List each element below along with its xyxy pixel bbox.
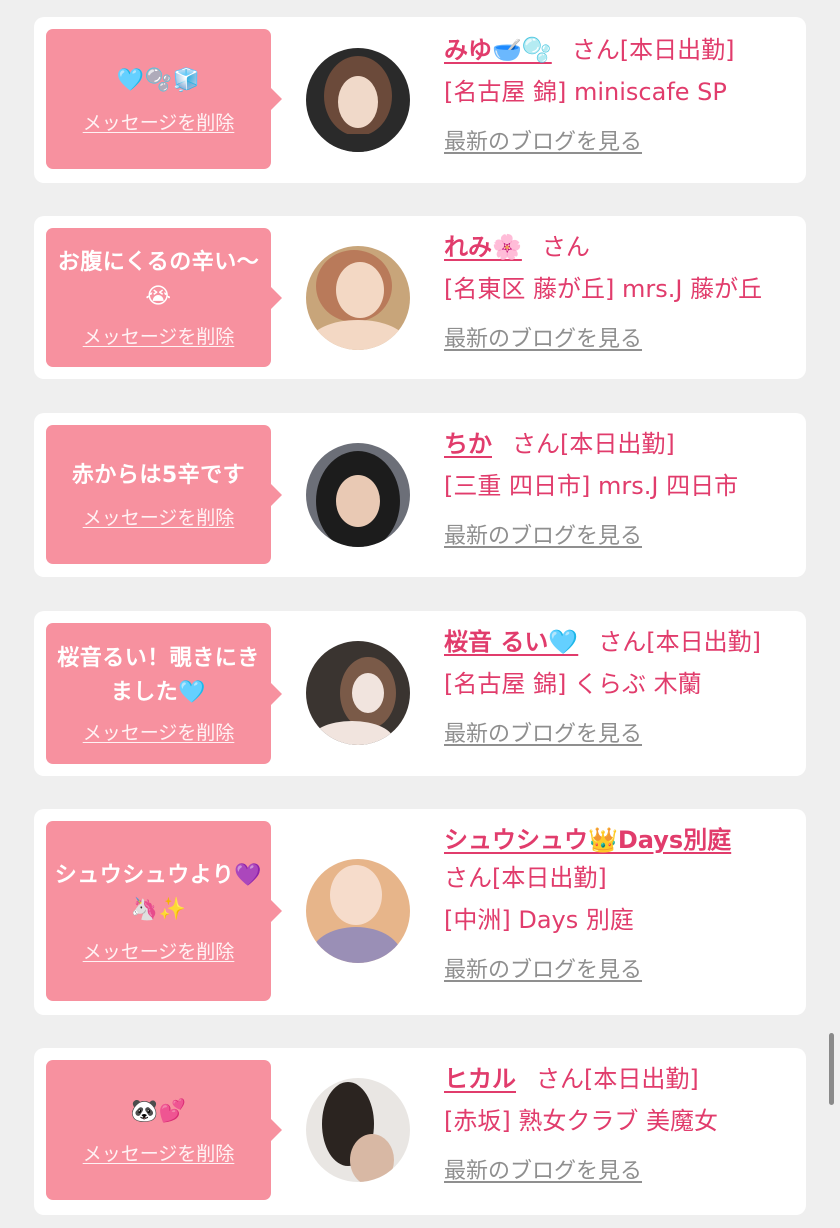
message-bubble: シュウシュウより💜🦄✨ メッセージを削除 bbox=[46, 821, 282, 1001]
shop-text: [名古屋 錦] miniscafe SP bbox=[444, 78, 727, 106]
info-block: 桜音 るい🩵 さん[本日出勤] [名古屋 錦] くらぶ 木蘭 最新のブログを見る bbox=[444, 627, 798, 749]
message-card: 赤からは5辛です メッセージを削除 ちか さん[本日出勤] [三重 四日市] mr… bbox=[34, 413, 806, 577]
message-text: 🩵🫧🧊 bbox=[116, 67, 201, 93]
info-block: れみ🌸 さん [名東区 藤が丘] mrs.J 藤が丘 最新のブログを見る bbox=[444, 232, 798, 354]
info-block: みゆ🥣🫧 さん[本日出勤] [名古屋 錦] miniscafe SP 最新のブログ… bbox=[444, 35, 798, 157]
info-block: ヒカル さん[本日出勤] [赤坂] 熟女クラブ 美魔女 最新のブログを見る bbox=[444, 1064, 798, 1186]
avatar-image bbox=[306, 859, 410, 963]
avatar[interactable] bbox=[306, 443, 410, 547]
scrollbar[interactable] bbox=[829, 1033, 834, 1105]
user-name-link[interactable]: 桜音 るい🩵 bbox=[444, 628, 578, 656]
shop-text: [名東区 藤が丘] mrs.J 藤が丘 bbox=[444, 275, 763, 303]
avatar[interactable] bbox=[306, 48, 410, 152]
user-name-link[interactable]: みゆ🥣🫧 bbox=[444, 36, 552, 64]
shop-text: [名古屋 錦] くらぶ 木蘭 bbox=[444, 670, 702, 698]
info-block: ちか さん[本日出勤] [三重 四日市] mrs.J 四日市 最新のブログを見る bbox=[444, 429, 798, 551]
avatar-image bbox=[306, 48, 410, 152]
shop-text: [中洲] Days 別庭 bbox=[444, 906, 634, 934]
suffix-text: さん[本日出勤] bbox=[571, 36, 735, 64]
message-card: お腹にくるの辛い〜😭 メッセージを削除 れみ🌸 さん [名東区 藤が丘] mrs.… bbox=[34, 216, 806, 379]
shop-text: [赤坂] 熟女クラブ 美魔女 bbox=[444, 1107, 718, 1135]
message-card: 🩵🫧🧊 メッセージを削除 みゆ🥣🫧 さん[本日出勤] [名古屋 錦] minisc… bbox=[34, 17, 806, 183]
user-name-link[interactable]: れみ🌸 bbox=[444, 233, 522, 261]
delete-message-link[interactable]: メッセージを削除 bbox=[83, 503, 235, 530]
suffix-text: さん[本日出勤] bbox=[444, 864, 607, 892]
message-bubble: お腹にくるの辛い〜😭 メッセージを削除 bbox=[46, 228, 282, 367]
message-text: 🐼💕 bbox=[130, 1098, 187, 1124]
message-bubble: 🩵🫧🧊 メッセージを削除 bbox=[46, 29, 282, 169]
suffix-text: さん[本日出勤] bbox=[598, 628, 761, 656]
info-block: シュウシュウ👑Days別庭 さん[本日出勤] [中洲] Days 別庭 最新のブ… bbox=[444, 825, 798, 985]
avatar-image bbox=[306, 641, 410, 745]
message-text: 赤からは5辛です bbox=[71, 463, 246, 488]
suffix-text: さん[本日出勤] bbox=[536, 1065, 699, 1093]
avatar-image bbox=[306, 1078, 410, 1182]
shop-text: [三重 四日市] mrs.J 四日市 bbox=[444, 472, 739, 500]
avatar[interactable] bbox=[306, 641, 410, 745]
user-name-link[interactable]: ちか bbox=[444, 430, 492, 458]
delete-message-link[interactable]: メッセージを削除 bbox=[83, 718, 235, 745]
suffix-text: さん bbox=[541, 233, 590, 261]
avatar[interactable] bbox=[306, 1078, 410, 1182]
latest-blog-link[interactable]: 最新のブログを見る bbox=[444, 326, 642, 354]
delete-message-link[interactable]: メッセージを削除 bbox=[83, 1139, 235, 1166]
message-text: お腹にくるの辛い〜😭 bbox=[57, 250, 260, 309]
message-text: シュウシュウより💜🦄✨ bbox=[54, 862, 263, 922]
message-card: 桜音るい！覗きにきました🩵 メッセージを削除 桜音 るい🩵 さん[本日出勤] [名… bbox=[34, 611, 806, 776]
message-text: 桜音るい！覗きにきました🩵 bbox=[57, 646, 260, 705]
message-card: 🐼💕 メッセージを削除 ヒカル さん[本日出勤] [赤坂] 熟女クラブ 美魔女 最… bbox=[34, 1048, 806, 1215]
message-card: シュウシュウより💜🦄✨ メッセージを削除 シュウシュウ👑Days別庭 さん[本日… bbox=[34, 809, 806, 1015]
message-bubble: 赤からは5辛です メッセージを削除 bbox=[46, 425, 282, 564]
delete-message-link[interactable]: メッセージを削除 bbox=[83, 322, 235, 349]
latest-blog-link[interactable]: 最新のブログを見る bbox=[444, 1158, 642, 1186]
avatar-image bbox=[306, 443, 410, 547]
latest-blog-link[interactable]: 最新のブログを見る bbox=[444, 957, 642, 985]
avatar[interactable] bbox=[306, 859, 410, 963]
message-bubble: 🐼💕 メッセージを削除 bbox=[46, 1060, 282, 1200]
user-name-link[interactable]: シュウシュウ👑Days別庭 bbox=[444, 826, 731, 854]
avatar-image bbox=[306, 246, 410, 350]
delete-message-link[interactable]: メッセージを削除 bbox=[83, 937, 235, 964]
latest-blog-link[interactable]: 最新のブログを見る bbox=[444, 721, 642, 749]
suffix-text: さん[本日出勤] bbox=[512, 430, 675, 458]
message-bubble: 桜音るい！覗きにきました🩵 メッセージを削除 bbox=[46, 623, 282, 764]
latest-blog-link[interactable]: 最新のブログを見る bbox=[444, 523, 642, 551]
message-list: 🩵🫧🧊 メッセージを削除 みゆ🥣🫧 さん[本日出勤] [名古屋 錦] minisc… bbox=[0, 0, 840, 1228]
avatar[interactable] bbox=[306, 246, 410, 350]
delete-message-link[interactable]: メッセージを削除 bbox=[83, 108, 235, 135]
latest-blog-link[interactable]: 最新のブログを見る bbox=[444, 129, 642, 157]
user-name-link[interactable]: ヒカル bbox=[444, 1065, 516, 1093]
